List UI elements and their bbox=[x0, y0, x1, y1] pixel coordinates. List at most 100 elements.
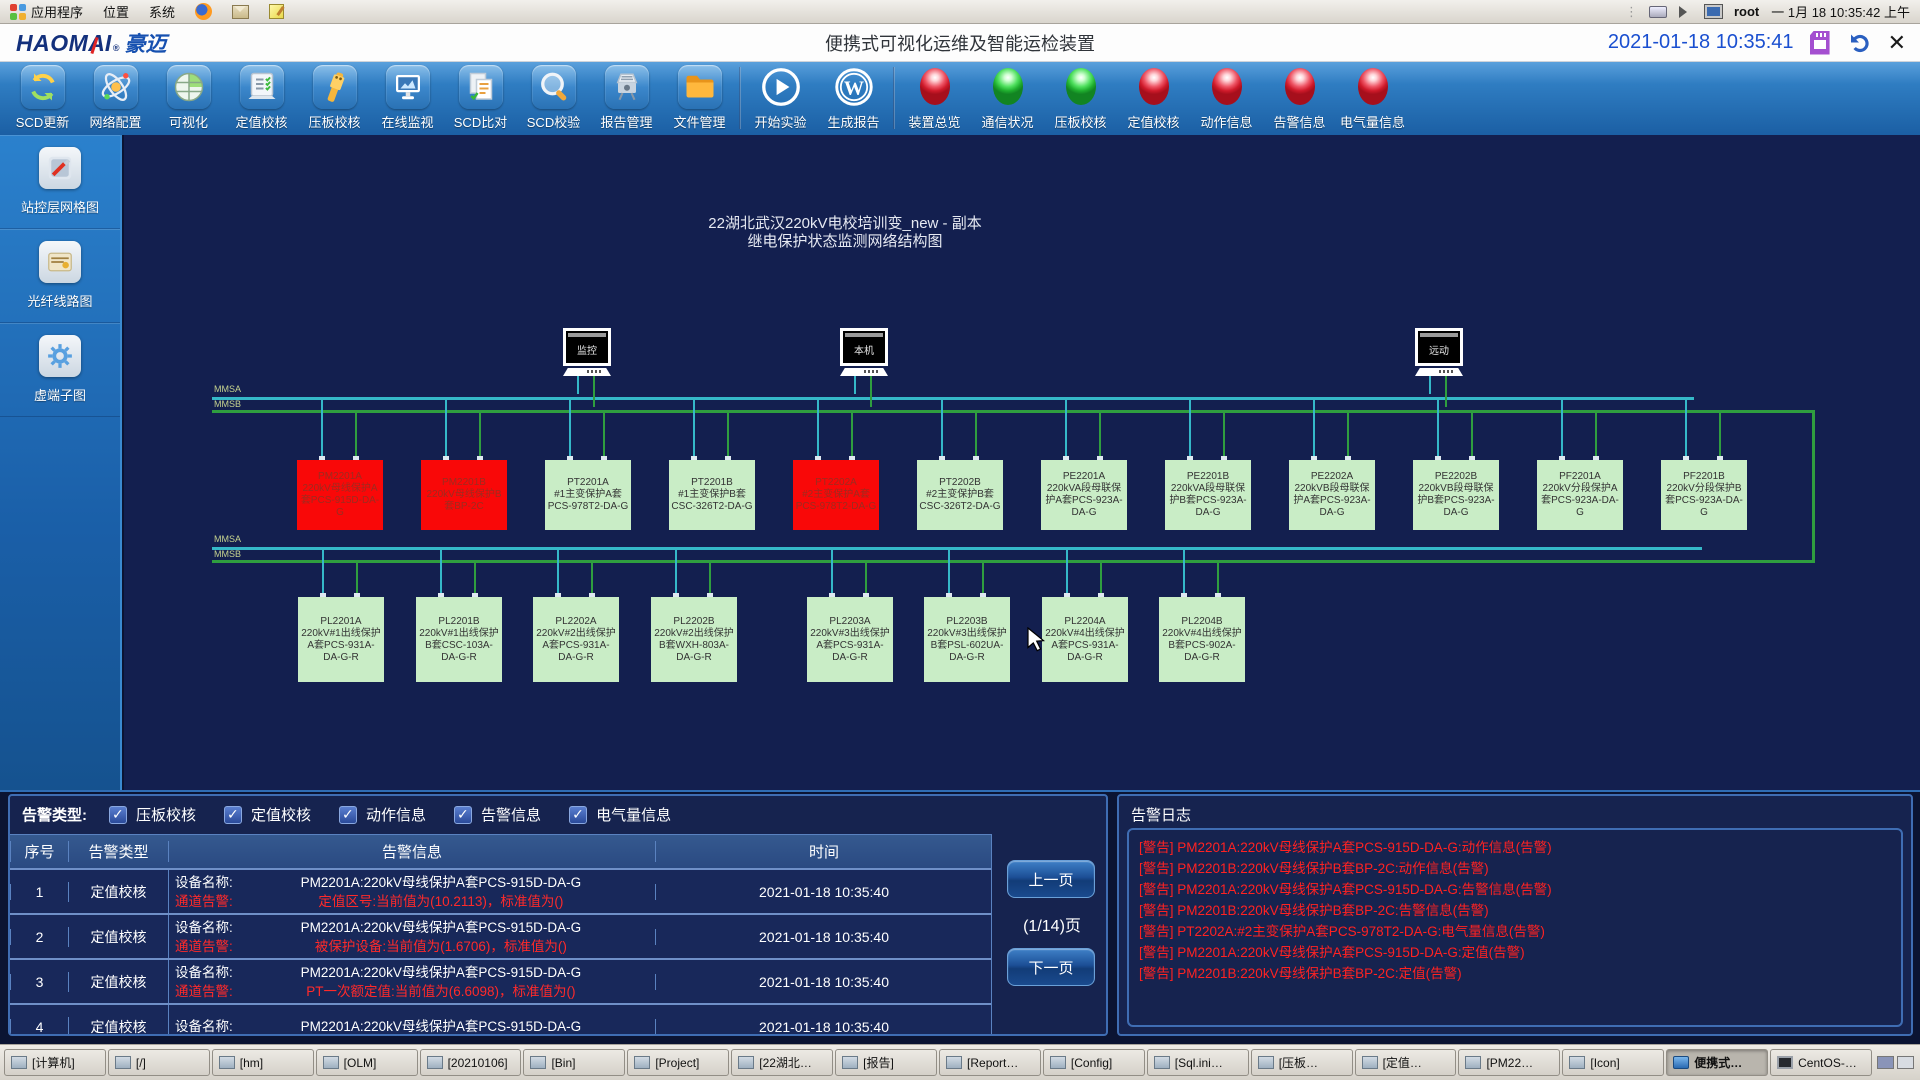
status-setting-check[interactable]: 定值校核 bbox=[1117, 65, 1190, 131]
taskbar-item-setting[interactable]: [定值… bbox=[1355, 1049, 1457, 1076]
taskbar-item-pressplate[interactable]: [压板… bbox=[1251, 1049, 1353, 1076]
toolbar-button-report-manage[interactable]: 报告管理 bbox=[590, 65, 663, 131]
filter-alarm-info[interactable]: 告警信息 bbox=[454, 804, 541, 825]
taskbar-item-computer[interactable]: [计算机] bbox=[4, 1049, 106, 1076]
display-icon[interactable] bbox=[1705, 5, 1722, 18]
checkbox-checked-icon[interactable] bbox=[109, 806, 127, 824]
speaker-icon[interactable] bbox=[1679, 6, 1693, 18]
firefox-launcher[interactable] bbox=[185, 0, 222, 23]
alarm-table-row[interactable]: 3 定值校核 设备名称:PM2201A:220kV母线保护A套PCS-915D-… bbox=[10, 958, 991, 1003]
checkbox-checked-icon[interactable] bbox=[339, 806, 357, 824]
sidebar-item-station-grid[interactable]: 站控层网格图 bbox=[0, 135, 120, 229]
notes-launcher[interactable] bbox=[259, 0, 294, 23]
toolbar-separator bbox=[893, 67, 895, 129]
taskbar-item-icon-folder[interactable]: [Icon] bbox=[1562, 1049, 1664, 1076]
alarm-table-row[interactable]: 2 定值校核 设备名称:PM2201A:220kV母线保护A套PCS-915D-… bbox=[10, 913, 991, 958]
device-box-pe2202b[interactable]: PE2202B220kVB段母联保护B套PCS-923A-DA-G bbox=[1413, 460, 1499, 530]
device-box-pl2203a[interactable]: PL2203A220kV#3出线保护A套PCS-931A-DA-G-R bbox=[807, 597, 893, 682]
device-box-pl2203b[interactable]: PL2203B220kV#3出线保护B套PSL-602UA-DA-G-R bbox=[924, 597, 1010, 682]
device-box-pl2204a[interactable]: PL2204A220kV#4出线保护A套PCS-931A-DA-G-R bbox=[1042, 597, 1128, 682]
device-desc: 220kV#4出线保护A套PCS-931A-DA-G-R bbox=[1044, 628, 1126, 664]
taskbar-item-centos[interactable]: CentOS-… bbox=[1770, 1049, 1872, 1076]
toolbar-button-scd-compare[interactable]: SCD比对 bbox=[444, 65, 517, 131]
device-box-pe2201a[interactable]: PE2201A220kVA段母联保护A套PCS-923A-DA-G bbox=[1041, 460, 1127, 530]
workspace-active[interactable] bbox=[1877, 1056, 1894, 1069]
device-box-pt2202b[interactable]: PT2202B#2主变保护B套CSC-326T2-DA-G bbox=[917, 460, 1003, 530]
device-box-pt2201b[interactable]: PT2201B#1主变保护B套CSC-326T2-DA-G bbox=[669, 460, 755, 530]
sidebar-item-virtual-terminal[interactable]: 虚端子图 bbox=[0, 323, 120, 417]
taskbar-item-report-en[interactable]: [Report… bbox=[939, 1049, 1041, 1076]
places-menu[interactable]: 位置 bbox=[93, 0, 139, 23]
prev-page-button[interactable]: 上一页 bbox=[1007, 860, 1095, 898]
status-pressplate-check[interactable]: 压板校核 bbox=[1044, 65, 1117, 131]
sd-card-icon[interactable] bbox=[1810, 31, 1830, 55]
status-action-info[interactable]: 动作信息 bbox=[1190, 65, 1263, 131]
filter-electrical-info[interactable]: 电气量信息 bbox=[569, 804, 671, 825]
file-manager-icon bbox=[1465, 1056, 1481, 1069]
applications-menu[interactable]: 应用程序 bbox=[0, 0, 93, 23]
device-box-pl2201a[interactable]: PL2201A220kV#1出线保护A套PCS-931A-DA-G-R bbox=[298, 597, 384, 682]
status-alarm-info[interactable]: 告警信息 bbox=[1263, 65, 1336, 131]
toolbar-button-pressplate-check[interactable]: 压板校核 bbox=[298, 65, 371, 131]
virtual-terminal-icon bbox=[39, 335, 81, 377]
taskbar-item-sqlini[interactable]: [Sql.ini… bbox=[1147, 1049, 1249, 1076]
close-icon[interactable]: ✕ bbox=[1888, 33, 1906, 53]
filter-pressplate-check[interactable]: 压板校核 bbox=[109, 804, 196, 825]
device-box-pl2204b[interactable]: PL2204B220kV#4出线保护B套PCS-902A-DA-G-R bbox=[1159, 597, 1245, 682]
device-box-pt2202a[interactable]: PT2202A#2主变保护A套PCS-978T2-DA-G bbox=[793, 460, 879, 530]
status-device-overview[interactable]: 装置总览 bbox=[898, 65, 971, 131]
checkbox-checked-icon[interactable] bbox=[569, 806, 587, 824]
toolbar-button-scd-verify[interactable]: SCD校验 bbox=[517, 65, 590, 131]
toolbar-button-file-manage[interactable]: 文件管理 bbox=[663, 65, 736, 131]
toolbar-button-setting-check[interactable]: 定值校核 bbox=[225, 65, 298, 131]
device-box-pm2201b[interactable]: PM2201B220kV母线保护B套BP-2C bbox=[421, 460, 507, 530]
device-desc: 220kV母线保护B套BP-2C bbox=[423, 489, 505, 513]
device-box-pe2201b[interactable]: PE2201B220kVA段母联保护B套PCS-923A-DA-G bbox=[1165, 460, 1251, 530]
toolbar-button-scd-update[interactable]: SCD更新 bbox=[6, 65, 79, 131]
taskbar-item-config[interactable]: [Config] bbox=[1043, 1049, 1145, 1076]
taskbar-item-project[interactable]: [Project] bbox=[627, 1049, 729, 1076]
device-box-pe2202a[interactable]: PE2202A220kVB段母联保护A套PCS-923A-DA-G bbox=[1289, 460, 1375, 530]
status-electrical-info[interactable]: 电气量信息 bbox=[1336, 65, 1409, 131]
taskbar-item-report-cn[interactable]: [报告] bbox=[835, 1049, 937, 1076]
device-box-pf2201b[interactable]: PF2201B220kV分段保护B套PCS-923A-DA-G bbox=[1661, 460, 1747, 530]
taskbar-item-22hubei[interactable]: [22湖北… bbox=[731, 1049, 833, 1076]
device-box-pm2201a[interactable]: PM2201A220kV母线保护A套PCS-915D-DA-G bbox=[297, 460, 383, 530]
window-taskbar: [计算机] [/] [hm] [OLM] [20210106] [Bin] [P… bbox=[0, 1044, 1920, 1080]
system-menu[interactable]: 系统 bbox=[139, 0, 185, 23]
alarm-table-row[interactable]: 4 定值校核 设备名称:PM2201A:220kV母线保护A套PCS-915D-… bbox=[10, 1003, 991, 1036]
toolbar-button-generate-report[interactable]: W 生成报告 bbox=[817, 65, 890, 131]
device-box-pf2201a[interactable]: PF2201A220kV分段保护A套PCS-923A-DA-G bbox=[1537, 460, 1623, 530]
taskbar-item-hm[interactable]: [hm] bbox=[212, 1049, 314, 1076]
workspace-idle[interactable] bbox=[1897, 1056, 1914, 1069]
toolbar-button-start-experiment[interactable]: 开始实验 bbox=[744, 65, 817, 131]
taskbar-item-pm22[interactable]: [PM22… bbox=[1458, 1049, 1560, 1076]
filter-setting-check[interactable]: 定值校核 bbox=[224, 804, 311, 825]
taskbar-item-bin[interactable]: [Bin] bbox=[523, 1049, 625, 1076]
toolbar-button-visualization[interactable]: 可视化 bbox=[152, 65, 225, 131]
bus-a-link-line bbox=[1189, 400, 1191, 460]
desktop-clock[interactable]: 一 1月 18 10:35:42 上午 bbox=[1771, 2, 1910, 21]
checkbox-checked-icon[interactable] bbox=[454, 806, 472, 824]
filter-action-info[interactable]: 动作信息 bbox=[339, 804, 426, 825]
next-page-button[interactable]: 下一页 bbox=[1007, 948, 1095, 986]
device-box-pl2202b[interactable]: PL2202B220kV#2出线保护B套WXH-803A-DA-G-R bbox=[651, 597, 737, 682]
status-communication[interactable]: 通信状况 bbox=[971, 65, 1044, 131]
device-box-pt2201a[interactable]: PT2201A#1主变保护A套PCS-978T2-DA-G bbox=[545, 460, 631, 530]
taskbar-item-20210106[interactable]: [20210106] bbox=[420, 1049, 522, 1076]
workspace-switcher[interactable] bbox=[1874, 1049, 1916, 1076]
sidebar-item-fiber-line[interactable]: 光纤线路图 bbox=[0, 229, 120, 323]
toolbar-button-network-config[interactable]: 网络配置 bbox=[79, 65, 152, 131]
device-box-pl2201b[interactable]: PL2201B220kV#1出线保护B套CSC-103A-DA-G-R bbox=[416, 597, 502, 682]
toolbar-button-online-monitor[interactable]: 在线监视 bbox=[371, 65, 444, 131]
alarm-table-row[interactable]: 1 定值校核 设备名称:PM2201A:220kV母线保护A套PCS-915D-… bbox=[10, 868, 991, 913]
keyboard-layout-icon[interactable] bbox=[1649, 6, 1667, 18]
taskbar-item-olm[interactable]: [OLM] bbox=[316, 1049, 418, 1076]
taskbar-item-root[interactable]: [/] bbox=[108, 1049, 210, 1076]
taskbar-item-portable-app[interactable]: 便携式… bbox=[1666, 1049, 1768, 1076]
checkbox-checked-icon[interactable] bbox=[224, 806, 242, 824]
undo-icon[interactable] bbox=[1846, 31, 1872, 55]
alarm-log-list[interactable]: [警告] PM2201A:220kV母线保护A套PCS-915D-DA-G:动作… bbox=[1127, 828, 1903, 1027]
mail-launcher[interactable] bbox=[222, 0, 259, 23]
device-box-pl2202a[interactable]: PL2202A220kV#2出线保护A套PCS-931A-DA-G-R bbox=[533, 597, 619, 682]
